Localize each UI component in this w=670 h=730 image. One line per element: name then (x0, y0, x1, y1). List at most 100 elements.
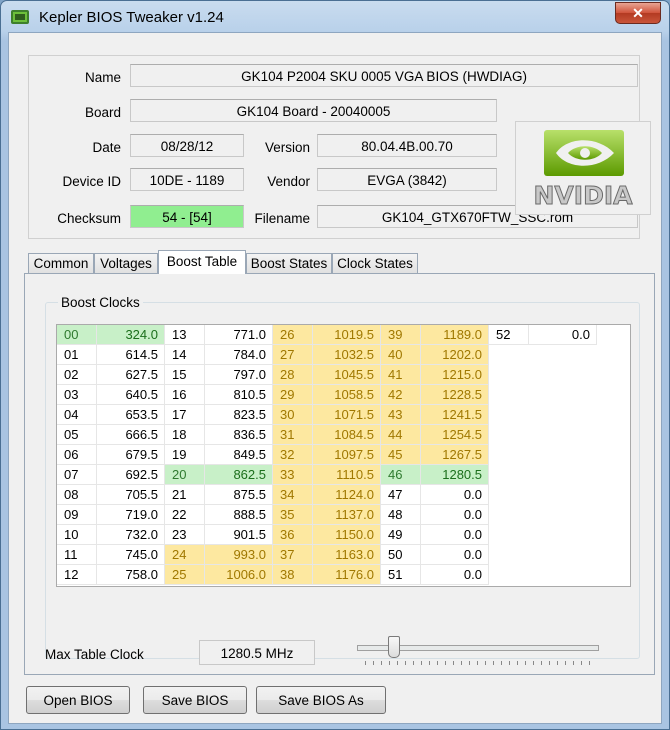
boost-state-index: 09 (57, 505, 97, 525)
boost-clock-value[interactable]: 0.0 (421, 545, 489, 565)
boost-clock-value[interactable]: 823.5 (205, 405, 273, 425)
boost-clock-value[interactable]: 1241.5 (421, 405, 489, 425)
title-bar[interactable]: Kepler BIOS Tweaker v1.24 ✕ (1, 1, 669, 33)
boost-clock-value[interactable]: 679.5 (97, 445, 165, 465)
boost-clock-value[interactable]: 0.0 (421, 485, 489, 505)
boost-clock-value[interactable]: 0.0 (529, 325, 597, 345)
boost-clock-value[interactable]: 1163.0 (313, 545, 381, 565)
boost-clock-value[interactable]: 1267.5 (421, 445, 489, 465)
tab-boost-table[interactable]: Boost Table (158, 250, 246, 274)
boost-clock-value[interactable]: 653.5 (97, 405, 165, 425)
boost-clock-value[interactable]: 1032.5 (313, 345, 381, 365)
boost-clock-value[interactable]: 705.5 (97, 485, 165, 505)
boost-state-index: 24 (165, 545, 205, 565)
boost-clock-value[interactable]: 1124.0 (313, 485, 381, 505)
name-label: Name (84, 70, 121, 85)
boost-state-index: 01 (57, 345, 97, 365)
slider-ticks (365, 661, 591, 665)
tab-voltages[interactable]: Voltages (94, 253, 158, 273)
open-bios-button[interactable]: Open BIOS (26, 686, 130, 714)
boost-clock-value[interactable]: 836.5 (205, 425, 273, 445)
boost-clock-value[interactable]: 771.0 (205, 325, 273, 345)
boost-state-index: 51 (381, 565, 421, 585)
boost-clock-value[interactable]: 614.5 (97, 345, 165, 365)
boost-clock-value[interactable]: 993.0 (205, 545, 273, 565)
boost-clock-value[interactable]: 862.5 (205, 465, 273, 485)
device-id-field: 10DE - 1189 (130, 168, 244, 191)
vendor-label: Vendor (267, 174, 310, 189)
max-clock-slider-thumb[interactable] (388, 636, 400, 658)
boost-state-index: 20 (165, 465, 205, 485)
boost-clock-value[interactable]: 640.5 (97, 385, 165, 405)
max-table-clock-field: 1280.5 MHz (199, 640, 315, 665)
boost-clocks-title: Boost Clocks (58, 295, 143, 310)
boost-clock-value[interactable]: 849.5 (205, 445, 273, 465)
boost-clock-value[interactable]: 1254.5 (421, 425, 489, 445)
app-icon (11, 10, 29, 24)
close-button[interactable]: ✕ (615, 2, 661, 24)
boost-clock-value[interactable]: 901.5 (205, 525, 273, 545)
boost-clock-value[interactable]: 1150.0 (313, 525, 381, 545)
boost-state-index: 03 (57, 385, 97, 405)
boost-clock-value[interactable]: 627.5 (97, 365, 165, 385)
tab-clock-states[interactable]: Clock States (332, 253, 418, 273)
boost-clock-value[interactable]: 758.0 (97, 565, 165, 585)
boost-clock-value[interactable]: 1071.5 (313, 405, 381, 425)
boost-clock-value[interactable]: 797.0 (205, 365, 273, 385)
boost-clock-value[interactable]: 1045.5 (313, 365, 381, 385)
boost-clock-value[interactable]: 1097.5 (313, 445, 381, 465)
boost-state-index: 16 (165, 385, 205, 405)
boost-state-index: 23 (165, 525, 205, 545)
date-label: Date (92, 140, 121, 155)
boost-state-index: 44 (381, 425, 421, 445)
tab-boost-states[interactable]: Boost States (246, 253, 332, 273)
boost-clock-value[interactable]: 875.5 (205, 485, 273, 505)
boost-state-index: 22 (165, 505, 205, 525)
boost-state-index: 52 (489, 325, 529, 345)
boost-clock-value[interactable]: 1084.5 (313, 425, 381, 445)
boost-state-index: 06 (57, 445, 97, 465)
boost-clock-value[interactable]: 1189.0 (421, 325, 489, 345)
save-bios-as-button[interactable]: Save BIOS As (256, 686, 386, 714)
boost-clock-value[interactable]: 745.0 (97, 545, 165, 565)
boost-state-index: 19 (165, 445, 205, 465)
boost-clock-value[interactable]: 719.0 (97, 505, 165, 525)
boost-state-index: 45 (381, 445, 421, 465)
boost-clock-value[interactable]: 1228.5 (421, 385, 489, 405)
boost-clock-value[interactable]: 692.5 (97, 465, 165, 485)
boost-clock-value[interactable]: 1058.5 (313, 385, 381, 405)
boost-clock-value[interactable]: 1176.0 (313, 565, 381, 585)
boost-clock-value[interactable]: 784.0 (205, 345, 273, 365)
boost-clock-value[interactable]: 0.0 (421, 565, 489, 585)
boost-clock-value[interactable]: 888.5 (205, 505, 273, 525)
boost-clock-value[interactable]: 1006.0 (205, 565, 273, 585)
tab-common[interactable]: Common (28, 253, 94, 273)
name-field: GK104 P2004 SKU 0005 VGA BIOS (HWDIAG) (130, 64, 638, 87)
boost-clock-value[interactable]: 1202.0 (421, 345, 489, 365)
boost-state-index: 37 (273, 545, 313, 565)
boost-state-index: 32 (273, 445, 313, 465)
boost-clock-value[interactable]: 0.0 (421, 505, 489, 525)
boost-clock-value[interactable]: 732.0 (97, 525, 165, 545)
boost-clock-table[interactable]: 00 324.0 01 614.5 02 627.5 03 640.5 04 653.5 05 666… (56, 324, 631, 587)
boost-clock-value[interactable]: 1137.0 (313, 505, 381, 525)
boost-clock-value[interactable]: 0.0 (421, 525, 489, 545)
boost-clock-value[interactable]: 1280.5 (421, 465, 489, 485)
boost-state-index: 30 (273, 405, 313, 425)
boost-clock-value[interactable]: 1019.5 (313, 325, 381, 345)
boost-clock-value[interactable]: 1215.0 (421, 365, 489, 385)
save-bios-button[interactable]: Save BIOS (143, 686, 247, 714)
boost-state-index: 27 (273, 345, 313, 365)
boost-state-index: 00 (57, 325, 97, 345)
boost-state-index: 17 (165, 405, 205, 425)
boost-clock-value[interactable]: 1110.5 (313, 465, 381, 485)
boost-clock-value[interactable]: 666.5 (97, 425, 165, 445)
boost-state-index: 08 (57, 485, 97, 505)
boost-state-index: 13 (165, 325, 205, 345)
boost-clocks-group: Boost Clocks 00 324.0 01 614.5 02 627.5 03 640.… (45, 295, 640, 659)
boost-clock-value[interactable]: 324.0 (97, 325, 165, 345)
boost-state-index: 29 (273, 385, 313, 405)
client-area: Name GK104 P2004 SKU 0005 VGA BIOS (HWDI… (8, 32, 662, 724)
boost-clock-value[interactable]: 810.5 (205, 385, 273, 405)
vendor-field: EVGA (3842) (317, 168, 497, 191)
